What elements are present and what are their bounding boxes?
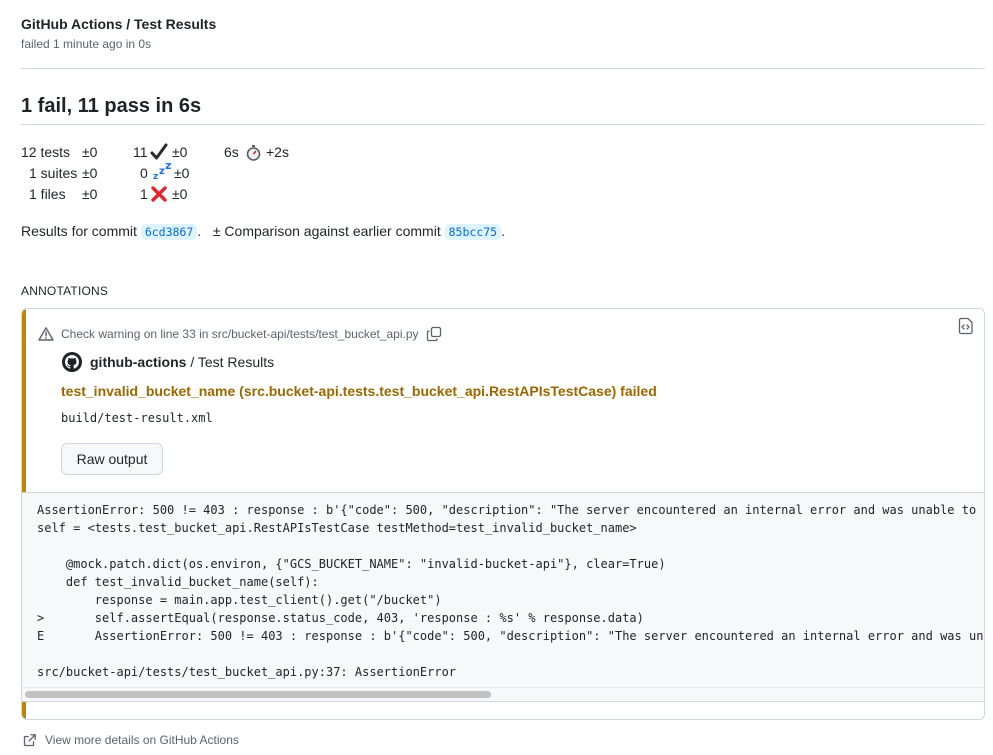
raw-output-code-block[interactable]: AssertionError: 500 != 403 : response : … xyxy=(22,492,984,687)
annotations-heading: ANNOTATIONS xyxy=(21,284,109,298)
annotation-file-path: build/test-result.xml xyxy=(61,411,213,425)
annotation-actor: github-actions / Test Results xyxy=(62,351,274,373)
annotation-actor-name: github-actions xyxy=(90,354,187,370)
skipped-delta: ±0 xyxy=(174,165,190,181)
commit-prefix: Results for commit xyxy=(21,223,137,239)
annotation-title: test_invalid_bucket_name (src.bucket-api… xyxy=(61,383,657,399)
commit-line: Results for commit 6cd3867. ± Comparison… xyxy=(21,221,505,242)
check-run-header: GitHub Actions / Test Results failed 1 m… xyxy=(21,14,985,69)
earlier-commit-dot: . xyxy=(501,223,505,239)
suites-delta: ±0 xyxy=(82,165,98,181)
zzz-icon: zzz xyxy=(152,159,174,188)
files-count: 1 files xyxy=(29,186,66,202)
annotation-bottom-divider xyxy=(22,701,984,702)
comparison-text: ± Comparison against earlier commit xyxy=(212,223,441,239)
passed-delta: ±0 xyxy=(172,144,188,160)
github-logo-icon xyxy=(62,352,82,372)
svg-text:z: z xyxy=(165,160,171,172)
view-more-details-text: View more details on GitHub Actions xyxy=(45,733,239,747)
tests-delta: ±0 xyxy=(82,144,98,160)
duration-value: 6s xyxy=(224,144,239,160)
raw-output-text: AssertionError: 500 != 403 : response : … xyxy=(37,503,984,679)
summary-title: 1 fail, 11 pass in 6s xyxy=(21,93,985,125)
annotation-warning-text: Check warning on line 33 in src/bucket-a… xyxy=(61,327,419,341)
tests-count: 12 tests xyxy=(21,144,71,160)
commit-dot: . xyxy=(197,223,202,239)
alert-icon xyxy=(38,327,54,341)
failed-delta: ±0 xyxy=(172,186,188,202)
duration-delta: +2s xyxy=(266,144,289,160)
view-file-icon[interactable] xyxy=(957,317,975,338)
external-link-icon xyxy=(23,734,36,747)
skipped-count: 0 xyxy=(140,165,148,181)
copy-icon[interactable] xyxy=(426,326,449,342)
earlier-commit-sha-link[interactable]: 85bcc75 xyxy=(444,224,502,240)
annotation-actor-suffix: / Test Results xyxy=(186,354,275,370)
horizontal-scrollbar[interactable] xyxy=(22,687,984,701)
commit-sha-link[interactable]: 6cd3867 xyxy=(140,224,198,240)
svg-text:z: z xyxy=(153,172,158,182)
failed-count: 1 xyxy=(140,186,148,202)
cross-mark-icon xyxy=(150,185,168,209)
view-more-details-link[interactable]: View more details on GitHub Actions xyxy=(23,731,239,749)
stopwatch-icon xyxy=(245,144,262,167)
scrollbar-thumb[interactable] xyxy=(25,691,491,698)
raw-output-button[interactable]: Raw output xyxy=(61,443,163,475)
check-run-status: failed 1 minute ago in 0s xyxy=(21,37,152,51)
check-run-title: GitHub Actions / Test Results xyxy=(21,16,217,32)
passed-count: 11 xyxy=(133,144,148,160)
files-delta: ±0 xyxy=(82,186,98,202)
annotation-warning: Check warning on line 33 in src/bucket-a… xyxy=(38,325,449,343)
suites-count: 1 suites xyxy=(29,165,78,181)
annotation-card: Check warning on line 33 in src/bucket-a… xyxy=(21,308,985,720)
